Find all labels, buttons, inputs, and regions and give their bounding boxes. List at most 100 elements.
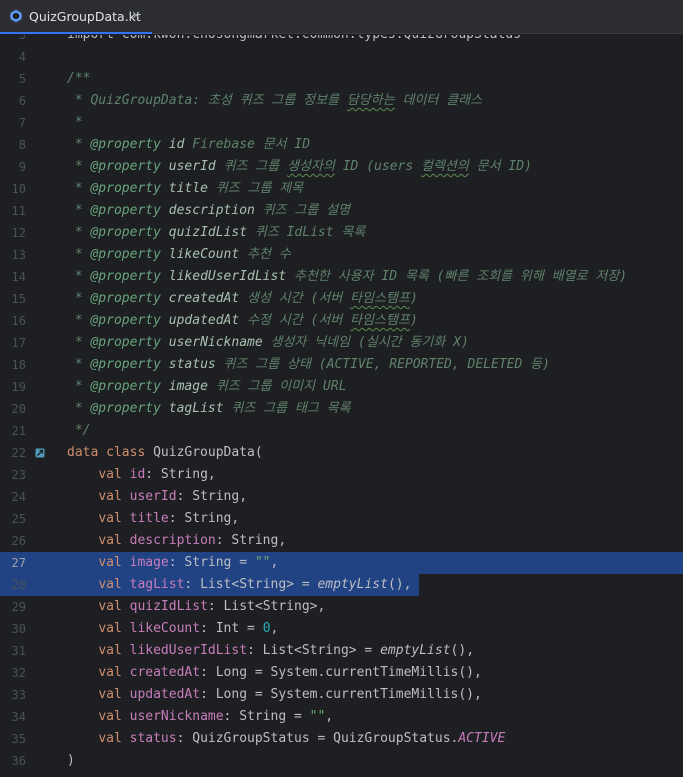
code-line[interactable]: 3 import com.kwon.chosongmarket.common.ty… <box>0 35 683 46</box>
code-line[interactable]: 16 * @property updatedAt 수정 시간 (서버 타임스탬프… <box>0 310 683 332</box>
code-line[interactable]: 23 val id: String, <box>0 464 683 486</box>
typo-underline: 생성자의 <box>287 159 335 174</box>
code-line[interactable]: 7 * <box>0 112 683 134</box>
code-line[interactable]: 5 /** <box>0 68 683 90</box>
code-text[interactable]: * @property image 퀴즈 그룹 이미지 URL <box>67 376 347 398</box>
code-line[interactable]: 35 val status: QuizGroupStatus = QuizGro… <box>0 728 683 750</box>
code-token: image <box>129 555 169 570</box>
code-token: : List<String>, <box>207 599 326 614</box>
code-text[interactable]: ) <box>67 750 75 772</box>
code-token: val <box>98 511 130 526</box>
code-token: userId <box>160 159 216 174</box>
code-text[interactable]: val image: String = "", <box>67 552 278 574</box>
code-token: /** <box>67 71 91 86</box>
code-token: likeCount <box>160 247 240 262</box>
code-text[interactable]: import com.kwon.chosongmarket.common.typ… <box>67 35 521 46</box>
file-tab[interactable]: QuizGroupData.kt × <box>0 0 152 34</box>
code-text[interactable]: * @property updatedAt 수정 시간 (서버 타임스탬프) <box>67 310 418 332</box>
code-line[interactable]: 21 */ <box>0 420 683 442</box>
code-text[interactable]: val quizIdList: List<String>, <box>67 596 325 618</box>
code-line[interactable]: 10 * @property title 퀴즈 그룹 제목 <box>0 178 683 200</box>
code-text[interactable]: val status: QuizGroupStatus = QuizGroupS… <box>67 728 505 750</box>
code-text[interactable]: * @property title 퀴즈 그룹 제목 <box>67 178 303 200</box>
code-text[interactable]: val title: String, <box>67 508 239 530</box>
line-number: 36 <box>11 754 26 768</box>
code-line[interactable]: 8 * @property id Firebase 문서 ID <box>0 134 683 156</box>
implement-icon[interactable] <box>35 448 45 458</box>
code-text[interactable]: * @property userId 퀴즈 그룹 생성자의 ID (users … <box>67 156 532 178</box>
code-token: : Long = System.currentTimeMillis(), <box>200 665 482 680</box>
code-line[interactable]: 31 val likedUserIdList: List<String> = e… <box>0 640 683 662</box>
code-text[interactable]: val userNickname: String = "", <box>67 706 333 728</box>
code-line[interactable]: 22 data class QuizGroupData( <box>0 442 683 464</box>
code-text[interactable]: * QuizGroupData: 초성 퀴즈 그룹 정보를 담당하는 데이터 클… <box>67 90 482 112</box>
code-line-selected[interactable]: 28 val tagList: List<String> = emptyList… <box>0 574 683 596</box>
code-line[interactable]: 30 val likeCount: Int = 0, <box>0 618 683 640</box>
code-line[interactable]: 32 val createdAt: Long = System.currentT… <box>0 662 683 684</box>
code-line[interactable]: 15 * @property createdAt 생성 시간 (서버 타임스탬프… <box>0 288 683 310</box>
code-area[interactable]: 3 import com.kwon.chosongmarket.common.ty… <box>0 35 683 772</box>
typo-underline: 담당하는 <box>346 93 395 108</box>
code-text[interactable]: val likedUserIdList: List<String> = empt… <box>67 640 474 662</box>
code-line[interactable]: 18 * @property status 퀴즈 그룹 상태 (ACTIVE, … <box>0 354 683 376</box>
code-token: 퀴즈 그룹 설명 <box>254 203 351 218</box>
code-line-selected[interactable]: 27 val image: String = "", <box>0 552 683 574</box>
line-number: 32 <box>11 666 26 680</box>
code-line[interactable]: 11 * @property description 퀴즈 그룹 설명 <box>0 200 683 222</box>
code-token: data class <box>67 445 154 460</box>
code-line[interactable]: 4 <box>0 46 683 68</box>
code-token: * <box>67 291 91 306</box>
code-text[interactable]: data class QuizGroupData( <box>67 442 263 464</box>
line-number: 33 <box>11 688 26 702</box>
code-token: * <box>67 181 91 196</box>
code-text[interactable]: * @property tagList 퀴즈 그룹 태그 목록 <box>67 398 351 420</box>
code-token: createdAt <box>160 291 240 306</box>
code-text[interactable]: * <box>67 112 83 134</box>
code-line[interactable]: 12 * @property quizIdList 퀴즈 IdList 목록 <box>0 222 683 244</box>
code-line[interactable]: 34 val userNickname: String = "", <box>0 706 683 728</box>
code-text[interactable]: * @property likedUserIdList 추천한 사용자 ID 목… <box>67 266 627 288</box>
code-token: updatedAt <box>160 313 240 328</box>
code-line[interactable]: 6 * QuizGroupData: 초성 퀴즈 그룹 정보를 담당하는 데이터… <box>0 90 683 112</box>
line-number: 21 <box>11 424 26 438</box>
code-token: ACTIVE <box>458 731 506 746</box>
code-line[interactable]: 13 * @property likeCount 추천 수 <box>0 244 683 266</box>
close-icon[interactable]: × <box>131 8 141 22</box>
code-text[interactable]: val updatedAt: Long = System.currentTime… <box>67 684 482 706</box>
code-line[interactable]: 24 val userId: String, <box>0 486 683 508</box>
line-number: 3 <box>18 35 26 42</box>
code-text[interactable]: * @property status 퀴즈 그룹 상태 (ACTIVE, REP… <box>67 354 550 376</box>
code-line[interactable]: 9 * @property userId 퀴즈 그룹 생성자의 ID (user… <box>0 156 683 178</box>
code-line[interactable]: 19 * @property image 퀴즈 그룹 이미지 URL <box>0 376 683 398</box>
code-token: @property <box>90 203 161 218</box>
code-text[interactable]: val likeCount: Int = 0, <box>67 618 278 640</box>
code-line[interactable]: 20 * @property tagList 퀴즈 그룹 태그 목록 <box>0 398 683 420</box>
code-text[interactable]: * @property userNickname 생성자 닉네임 (실시간 동기… <box>67 332 469 354</box>
line-number: 9 <box>18 160 26 174</box>
code-token: * <box>67 357 91 372</box>
code-line[interactable]: 25 val title: String, <box>0 508 683 530</box>
code-editor[interactable]: 3 import com.kwon.chosongmarket.common.ty… <box>0 35 683 777</box>
code-line[interactable]: 29 val quizIdList: List<String>, <box>0 596 683 618</box>
code-text[interactable]: * @property likeCount 추천 수 <box>67 244 291 266</box>
code-text[interactable]: val userId: String, <box>67 486 247 508</box>
code-text[interactable]: val tagList: List<String> = emptyList(), <box>67 574 411 596</box>
code-text[interactable]: * @property createdAt 생성 시간 (서버 타임스탬프) <box>67 288 418 310</box>
code-line[interactable]: 33 val updatedAt: Long = System.currentT… <box>0 684 683 706</box>
tab-title: QuizGroupData.kt <box>29 9 141 24</box>
code-line[interactable]: 14 * @property likedUserIdList 추천한 사용자 I… <box>0 266 683 288</box>
code-text[interactable]: */ <box>67 420 91 442</box>
code-text[interactable]: val id: String, <box>67 464 215 486</box>
code-line[interactable]: 36) <box>0 750 683 772</box>
code-line[interactable]: 26 val description: String, <box>0 530 683 552</box>
code-text[interactable]: * @property quizIdList 퀴즈 IdList 목록 <box>67 222 366 244</box>
line-number: 13 <box>11 248 26 262</box>
code-text[interactable]: * @property id Firebase 문서 ID <box>67 134 310 156</box>
typo-underline: 컬렉션의 <box>421 159 469 174</box>
code-text[interactable]: /** <box>67 68 90 90</box>
code-text[interactable]: val description: String, <box>67 530 286 552</box>
code-text[interactable]: val createdAt: Long = System.currentTime… <box>67 662 482 684</box>
code-line[interactable]: 17 * @property userNickname 생성자 닉네임 (실시간… <box>0 332 683 354</box>
code-text[interactable]: * @property description 퀴즈 그룹 설명 <box>67 200 350 222</box>
code-token: id <box>160 137 185 152</box>
